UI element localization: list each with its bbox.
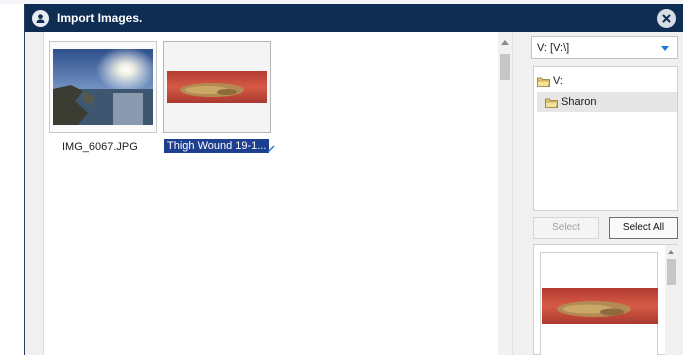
user-icon	[32, 10, 49, 27]
image-grid[interactable]: IMG_6067.JPG Thigh Wound 19-1...	[43, 32, 498, 355]
image-thumbnail[interactable]	[49, 41, 157, 133]
close-icon	[662, 14, 671, 23]
preview-image-wound	[542, 288, 658, 324]
dialog-title: Import Images.	[57, 11, 143, 25]
folder-tree[interactable]: V: Sharon	[533, 66, 678, 211]
tree-item-label: V:	[553, 75, 563, 87]
scrollbar-thumb[interactable]	[500, 54, 510, 80]
folder-icon	[545, 98, 558, 108]
folder-icon	[537, 77, 550, 87]
image-preview-wound	[167, 71, 267, 103]
drive-dropdown-value: V: [V:\]	[537, 42, 570, 54]
scroll-up-icon[interactable]	[501, 40, 509, 45]
panel-divider	[512, 32, 529, 355]
title-bar[interactable]: Import Images.	[25, 4, 683, 32]
selected-image-preview	[533, 244, 678, 355]
select-all-button[interactable]: Select All	[609, 217, 678, 239]
scroll-up-icon[interactable]	[668, 250, 674, 254]
tree-item-sharon[interactable]: Sharon	[537, 92, 677, 112]
image-caption-selected[interactable]: Thigh Wound 19-1...	[164, 139, 270, 153]
tree-item-label: Sharon	[561, 96, 597, 108]
edit-cursor-icon	[267, 145, 275, 153]
preview-scrollbar[interactable]	[665, 245, 678, 355]
chevron-down-icon[interactable]	[661, 46, 669, 51]
import-images-dialog: Import Images. IMG_6067.JPG Thigh Wound …	[24, 4, 683, 355]
image-preview-landscape	[53, 49, 153, 125]
left-margin	[25, 32, 43, 355]
drive-dropdown[interactable]: V: [V:\]	[531, 36, 678, 59]
scrollbar-thumb[interactable]	[667, 259, 676, 285]
image-thumbnail-selected[interactable]	[163, 41, 271, 133]
side-panel: V: [V:\] V: Sharon Select Select All	[529, 32, 683, 355]
image-caption: IMG_6067.JPG	[62, 141, 138, 153]
close-button[interactable]	[657, 9, 676, 28]
select-button[interactable]: Select	[533, 217, 599, 239]
grid-scrollbar[interactable]	[498, 32, 512, 355]
tree-item-v-drive[interactable]: V:	[537, 71, 675, 91]
preview-thumbnail[interactable]	[540, 252, 658, 355]
